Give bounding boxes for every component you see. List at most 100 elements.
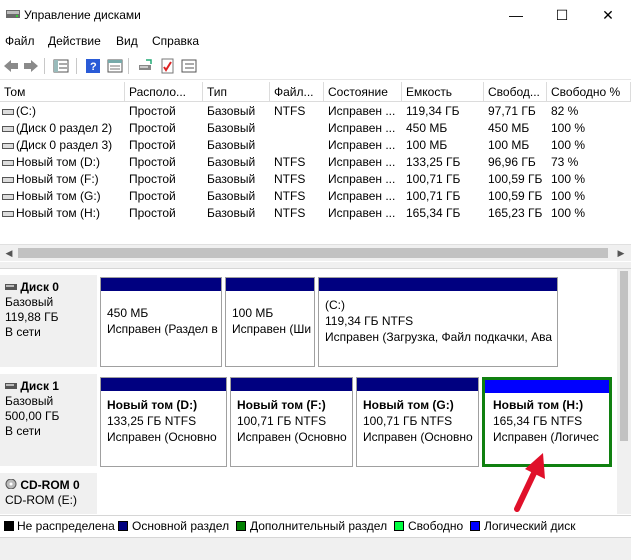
- disk-0-label[interactable]: Диск 0 Базовый 119,88 ГБ В сети: [0, 275, 97, 367]
- table-cell-free-percent[interactable]: 100 %: [547, 138, 631, 155]
- table-cell-filesystem[interactable]: NTFS: [270, 155, 324, 172]
- column-header-capacity[interactable]: Емкость: [402, 82, 484, 102]
- table-cell-layout[interactable]: Простой: [125, 189, 203, 206]
- column-header-free[interactable]: Свобод...: [484, 82, 547, 102]
- table-cell-filesystem[interactable]: [270, 121, 324, 138]
- table-cell-capacity[interactable]: 100,71 ГБ: [402, 172, 484, 189]
- table-cell-type[interactable]: Базовый: [203, 189, 270, 206]
- table-cell-volume[interactable]: (C:): [12, 104, 125, 121]
- connect-disk-icon[interactable]: [136, 57, 154, 75]
- disk-1-label[interactable]: Диск 1 Базовый 500,00 ГБ В сети: [0, 374, 97, 466]
- column-header-filesystem[interactable]: Файл...: [270, 82, 324, 102]
- table-cell-volume[interactable]: (Диск 0 раздел 2): [12, 121, 125, 138]
- table-cell-filesystem[interactable]: [270, 138, 324, 155]
- table-cell-capacity[interactable]: 119,34 ГБ: [402, 104, 484, 121]
- column-header-free-percent[interactable]: Свободно %: [547, 82, 631, 102]
- partition-d[interactable]: Новый том (D:) 133,25 ГБ NTFS Исправен (…: [100, 377, 227, 467]
- horizontal-scrollbar[interactable]: ◀ ▶: [0, 244, 631, 261]
- table-cell-type[interactable]: Базовый: [203, 206, 270, 223]
- table-cell-layout[interactable]: Простой: [125, 155, 203, 172]
- forward-arrow-icon[interactable]: [22, 57, 40, 75]
- list-view-icon[interactable]: [52, 57, 70, 75]
- table-cell-capacity[interactable]: 165,34 ГБ: [402, 206, 484, 223]
- maximize-button[interactable]: ☐: [539, 0, 585, 30]
- horizontal-scroll-thumb[interactable]: [18, 248, 608, 258]
- table-cell-filesystem[interactable]: NTFS: [270, 189, 324, 206]
- table-cell-layout[interactable]: Простой: [125, 206, 203, 223]
- table-cell-free-percent[interactable]: 82 %: [547, 104, 631, 121]
- table-cell-status[interactable]: Исправен ...: [324, 155, 402, 172]
- menu-help[interactable]: Справка: [152, 34, 199, 48]
- table-cell-status[interactable]: Исправен ...: [324, 172, 402, 189]
- table-cell-capacity[interactable]: 133,25 ГБ: [402, 155, 484, 172]
- table-cell-type[interactable]: Базовый: [203, 155, 270, 172]
- table-cell-free-percent[interactable]: 100 %: [547, 121, 631, 138]
- table-cell-capacity[interactable]: 100,71 ГБ: [402, 189, 484, 206]
- checklist-icon[interactable]: [158, 57, 176, 75]
- partition-disk0-part2[interactable]: 450 МБ Исправен (Раздел в: [100, 277, 222, 367]
- table-cell-status[interactable]: Исправен ...: [324, 138, 402, 155]
- column-header-type[interactable]: Тип: [203, 82, 270, 102]
- minimize-button[interactable]: —: [493, 0, 539, 30]
- legend-bar: Не распределена Основной раздел Дополнит…: [0, 515, 631, 536]
- table-cell-free-percent[interactable]: 100 %: [547, 172, 631, 189]
- table-cell-capacity[interactable]: 100 МБ: [402, 138, 484, 155]
- partition-c[interactable]: (C:) 119,34 ГБ NTFS Исправен (Загрузка, …: [318, 277, 558, 367]
- column-header-status[interactable]: Состояние: [324, 82, 402, 102]
- table-cell-free-percent[interactable]: 73 %: [547, 155, 631, 172]
- table-cell-volume[interactable]: Новый том (H:): [12, 206, 125, 223]
- table-cell-status[interactable]: Исправен ...: [324, 206, 402, 223]
- partition-size: 165,34 ГБ NTFS: [493, 414, 583, 428]
- legend-label-free: Свободно: [408, 519, 464, 533]
- table-cell-filesystem[interactable]: NTFS: [270, 206, 324, 223]
- table-cell-free[interactable]: 100,59 ГБ: [484, 189, 547, 206]
- partition-disk0-part3[interactable]: 100 МБ Исправен (Ши: [225, 277, 315, 367]
- table-cell-volume[interactable]: (Диск 0 раздел 3): [12, 138, 125, 155]
- table-cell-type[interactable]: Базовый: [203, 121, 270, 138]
- table-cell-layout[interactable]: Простой: [125, 104, 203, 121]
- table-cell-status[interactable]: Исправен ...: [324, 104, 402, 121]
- settings-list-icon[interactable]: [180, 57, 198, 75]
- table-cell-type[interactable]: Базовый: [203, 104, 270, 121]
- table-cell-filesystem[interactable]: NTFS: [270, 104, 324, 121]
- table-cell-volume[interactable]: Новый том (F:): [12, 172, 125, 189]
- primary-partition-bar: [101, 278, 221, 291]
- back-arrow-icon[interactable]: [2, 57, 20, 75]
- table-cell-layout[interactable]: Простой: [125, 172, 203, 189]
- table-cell-free[interactable]: 96,96 ГБ: [484, 155, 547, 172]
- table-cell-free-percent[interactable]: 100 %: [547, 189, 631, 206]
- properties-icon[interactable]: [106, 57, 124, 75]
- pane-splitter[interactable]: [0, 262, 631, 269]
- table-cell-volume[interactable]: Новый том (D:): [12, 155, 125, 172]
- table-cell-free[interactable]: 165,23 ГБ: [484, 206, 547, 223]
- partition-g[interactable]: Новый том (G:) 100,71 ГБ NTFS Исправен (…: [356, 377, 479, 467]
- table-cell-capacity[interactable]: 450 МБ: [402, 121, 484, 138]
- menu-action[interactable]: Действие: [48, 34, 101, 48]
- vertical-scrollbar[interactable]: [617, 269, 631, 514]
- table-cell-free[interactable]: 100,59 ГБ: [484, 172, 547, 189]
- table-cell-free[interactable]: 450 МБ: [484, 121, 547, 138]
- help-icon[interactable]: ?: [84, 57, 102, 75]
- table-cell-type[interactable]: Базовый: [203, 138, 270, 155]
- table-cell-free[interactable]: 97,71 ГБ: [484, 104, 547, 121]
- scroll-left-icon[interactable]: ◀: [2, 246, 16, 260]
- table-cell-layout[interactable]: Простой: [125, 121, 203, 138]
- scroll-right-icon[interactable]: ▶: [614, 246, 628, 260]
- table-cell-type[interactable]: Базовый: [203, 172, 270, 189]
- table-cell-status[interactable]: Исправен ...: [324, 189, 402, 206]
- table-cell-free[interactable]: 100 МБ: [484, 138, 547, 155]
- table-cell-free-percent[interactable]: 100 %: [547, 206, 631, 223]
- partition-f[interactable]: Новый том (F:) 100,71 ГБ NTFS Исправен (…: [230, 377, 353, 467]
- column-header-volume[interactable]: Том: [0, 82, 125, 102]
- column-header-layout[interactable]: Располо...: [125, 82, 203, 102]
- cdrom-0-label[interactable]: CD-ROM 0 CD-ROM (E:): [0, 473, 97, 514]
- table-cell-status[interactable]: Исправен ...: [324, 121, 402, 138]
- table-cell-layout[interactable]: Простой: [125, 138, 203, 155]
- disk-size: 500,00 ГБ: [5, 409, 60, 423]
- menu-view[interactable]: Вид: [116, 34, 138, 48]
- menu-file[interactable]: Файл: [5, 34, 35, 48]
- close-button[interactable]: ✕: [585, 0, 631, 30]
- vertical-scroll-thumb[interactable]: [620, 271, 628, 441]
- table-cell-volume[interactable]: Новый том (G:): [12, 189, 125, 206]
- table-cell-filesystem[interactable]: NTFS: [270, 172, 324, 189]
